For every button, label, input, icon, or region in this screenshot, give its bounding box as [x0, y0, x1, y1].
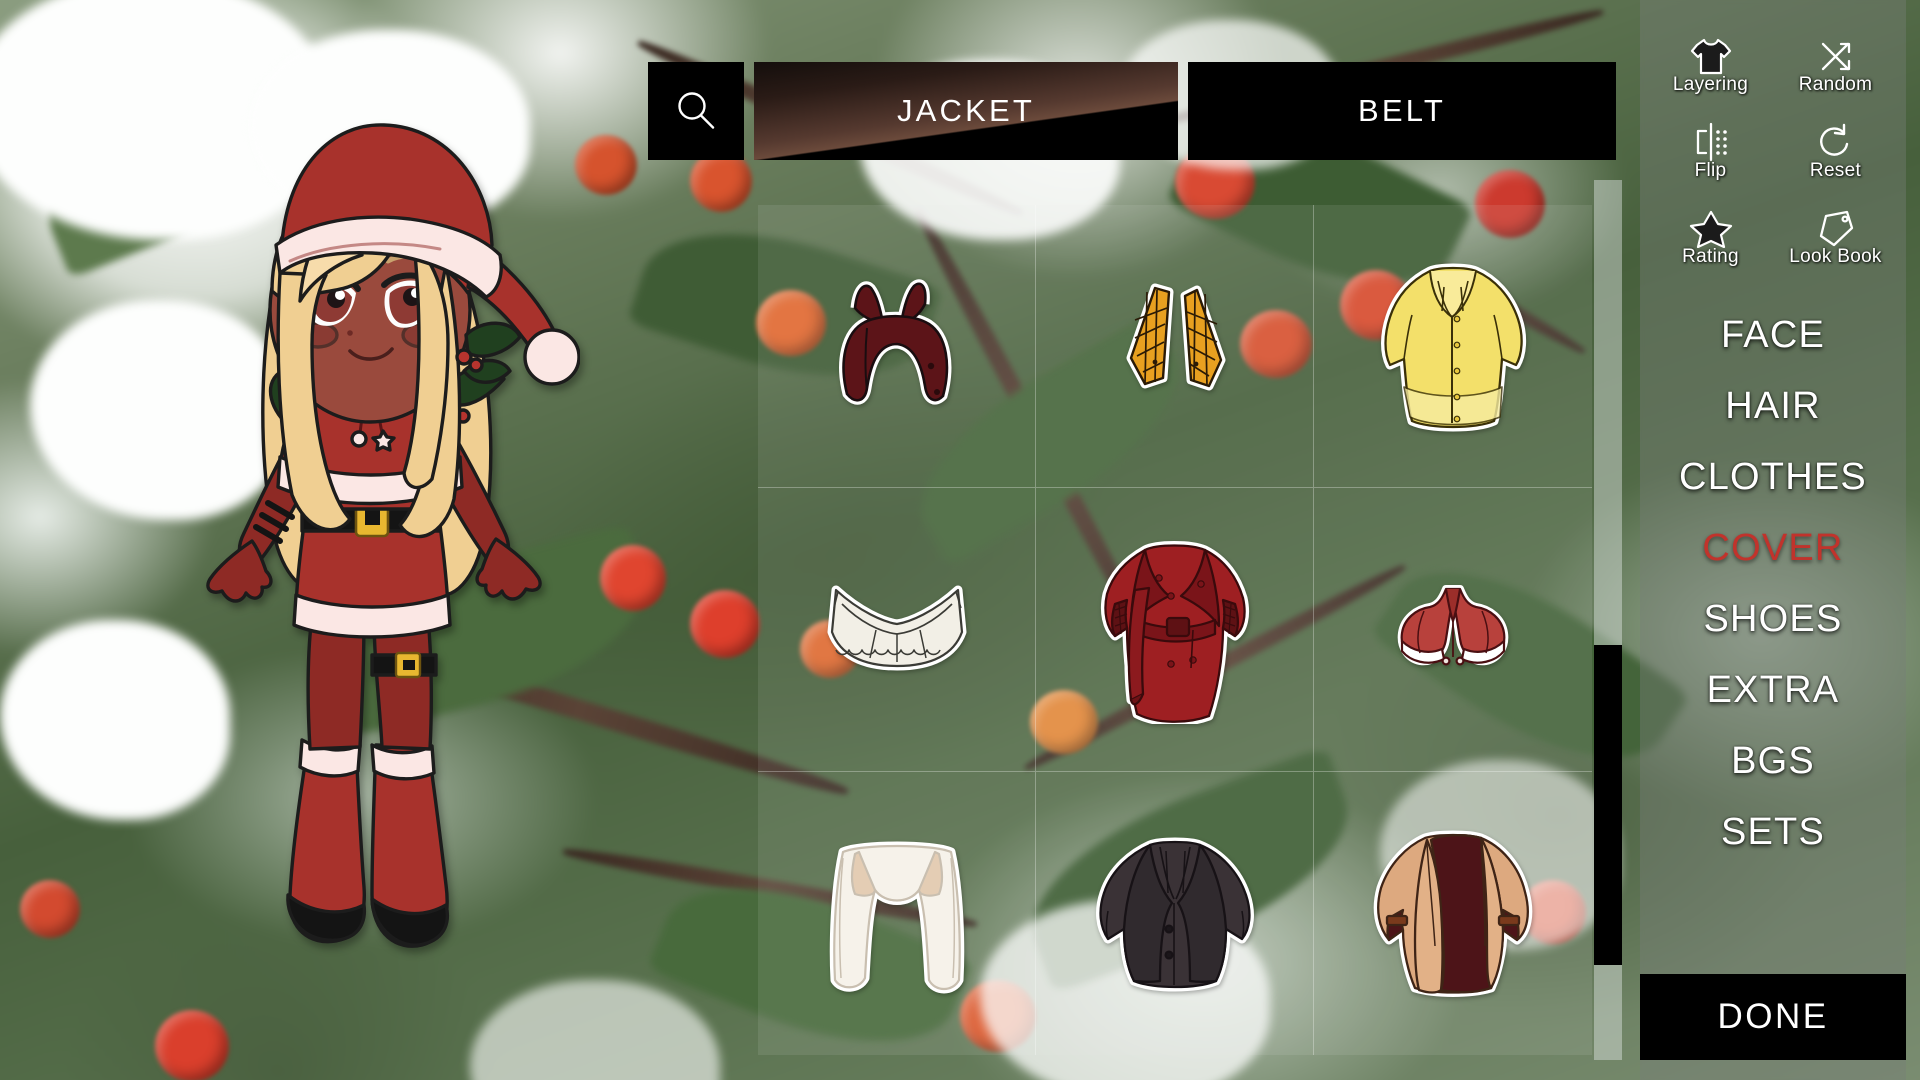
done-button[interactable]: DONE [1640, 974, 1906, 1060]
mirror-flip-icon [1689, 116, 1733, 162]
berry [600, 545, 666, 611]
tool-buttons: Layering Random Flip Reset Rating Look B… [1640, 0, 1906, 278]
grid-item-red-belted-coat[interactable] [1036, 488, 1314, 772]
bunny-ear-hood-icon [838, 279, 951, 405]
category-hair[interactable]: HAIR [1725, 371, 1821, 442]
grid-item-tan-trench-coat[interactable] [1314, 772, 1592, 1055]
item-grid-panel [758, 205, 1592, 1055]
berry [155, 1010, 229, 1080]
category-cover[interactable]: COVER [1702, 513, 1843, 584]
item-grid-scrollbar-thumb[interactable] [1594, 645, 1622, 965]
done-button-label: DONE [1717, 997, 1829, 1036]
tool-random-label: Random [1798, 74, 1873, 95]
red-fur-capelet-icon [1397, 585, 1509, 666]
right-sidebar: Layering Random Flip Reset Rating Look B… [1640, 0, 1906, 1080]
lace-collar-icon [827, 585, 966, 671]
character-preview[interactable] [160, 95, 580, 1000]
item-grid-scrollbar-track[interactable] [1594, 180, 1622, 1060]
cream-shawl-icon [829, 841, 964, 994]
berry [20, 880, 80, 938]
shuffle-icon [1814, 30, 1858, 76]
grid-item-red-fur-capelet[interactable] [1314, 488, 1592, 772]
grid-item-cream-shawl[interactable] [758, 771, 1036, 1055]
berry [690, 590, 760, 658]
tool-rating[interactable]: Rating [1648, 202, 1773, 268]
category-extra[interactable]: EXTRA [1707, 655, 1840, 726]
star-icon [1689, 202, 1733, 248]
category-sets[interactable]: SETS [1721, 797, 1825, 868]
tab-belt-label: BELT [1357, 93, 1447, 128]
yellow-long-coat-icon [1381, 263, 1527, 432]
grid-item-bunny-ear-hood[interactable] [758, 205, 1036, 489]
category-clothes[interactable]: CLOTHES [1679, 442, 1867, 513]
grid-item-yellow-long-coat[interactable] [1314, 205, 1592, 489]
shirt-icon [1689, 30, 1733, 76]
tool-look-book-label: Look Book [1789, 246, 1882, 267]
tan-trench-coat-icon [1373, 830, 1533, 998]
category-shoes[interactable]: SHOES [1703, 584, 1842, 655]
grid-item-plaid-scarf-sleeves[interactable] [1036, 205, 1314, 489]
grid-item-black-blazer[interactable] [1036, 771, 1314, 1055]
plaid-scarf-sleeves-icon [1126, 283, 1225, 391]
tool-reset[interactable]: Reset [1773, 116, 1898, 182]
category-list: FACE HAIR CLOTHES COVER SHOES EXTRA BGS … [1640, 300, 1906, 868]
tool-rating-label: Rating [1682, 246, 1739, 267]
tab-jacket[interactable]: JACKET [754, 62, 1178, 160]
reset-circular-arrow-icon [1814, 116, 1858, 162]
grid-item-lace-collar[interactable] [758, 488, 1036, 772]
search-icon [678, 92, 715, 129]
tool-layering[interactable]: Layering [1648, 30, 1773, 96]
category-tab-bar: JACKET BELT [648, 62, 1616, 160]
tool-random[interactable]: Random [1773, 30, 1898, 96]
black-blazer-icon [1095, 837, 1254, 992]
tab-jacket-label: JACKET [896, 93, 1036, 128]
tool-layering-label: Layering [1672, 74, 1749, 95]
tab-belt[interactable]: BELT [1188, 62, 1616, 160]
category-bgs[interactable]: BGS [1731, 726, 1815, 797]
price-tag-icon [1814, 202, 1858, 248]
red-belted-coat-icon [1100, 541, 1249, 725]
tool-flip-label: Flip [1694, 160, 1727, 181]
tool-look-book[interactable]: Look Book [1773, 202, 1898, 268]
search-button[interactable] [648, 62, 744, 160]
tool-reset-label: Reset [1809, 160, 1862, 181]
category-face[interactable]: FACE [1721, 300, 1825, 371]
tool-flip[interactable]: Flip [1648, 116, 1773, 182]
gacha-dressup-screen: JACKET BELT Layering Random Flip Reset R… [0, 0, 1920, 1080]
item-grid [758, 205, 1592, 1055]
berry [575, 135, 637, 195]
